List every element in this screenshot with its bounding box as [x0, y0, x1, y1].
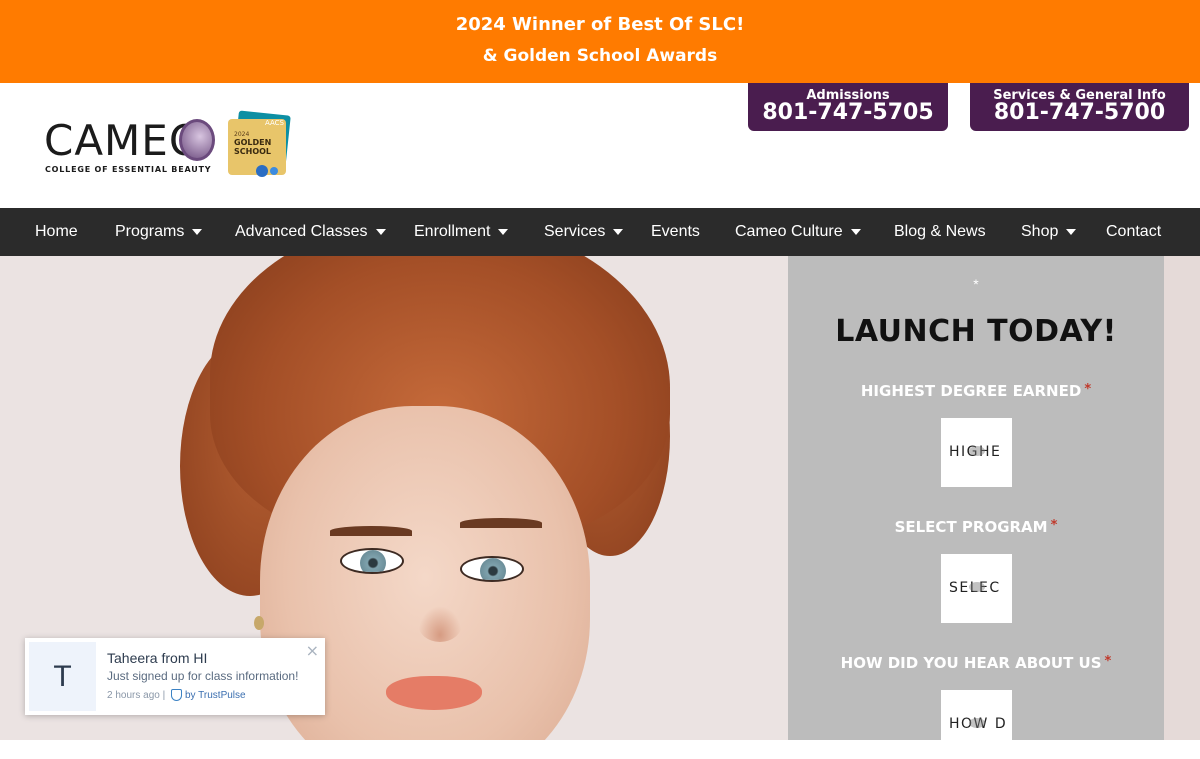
chevron-down-icon — [850, 228, 861, 235]
close-icon[interactable]: × — [306, 641, 319, 660]
launch-form: * LAUNCH TODAY! HIGHEST DEGREE EARNED * H… — [788, 256, 1164, 759]
logo-face-icon — [179, 119, 215, 161]
nav-events-label: Events — [651, 223, 700, 240]
nav-programs[interactable]: Programs — [115, 208, 203, 256]
nav-blog-news[interactable]: Blog & News — [894, 208, 986, 256]
nav-contact[interactable]: Contact — [1106, 208, 1161, 256]
loading-icon — [969, 446, 985, 456]
loading-icon — [969, 718, 985, 728]
nav-home[interactable]: Home — [35, 208, 78, 256]
chevron-down-icon — [1066, 228, 1077, 235]
nav-shop-label: Shop — [1021, 223, 1059, 240]
nav-events[interactable]: Events — [651, 208, 700, 256]
badge-org: AACS — [265, 119, 284, 127]
logo-tagline: COLLEGE OF ESSENTIAL BEAUTY — [45, 165, 212, 174]
cameo-logo[interactable]: CAMEO COLLEGE OF ESSENTIAL BEAUTY — [44, 119, 215, 175]
golden-school-badge: AACS 2024 GOLDEN SCHOOL — [226, 110, 291, 177]
badge-title: GOLDEN SCHOOL — [234, 138, 272, 156]
chevron-down-icon — [613, 228, 624, 235]
services-phone-button[interactable]: Services & General Info 801-747-5700 — [970, 83, 1189, 131]
services-number: 801-747-5700 — [993, 100, 1166, 125]
referral-select[interactable]: HOW D — [941, 690, 1012, 759]
earring-icon — [254, 616, 264, 630]
notification-message: Just signed up for class information! — [107, 669, 299, 683]
nav-programs-label: Programs — [115, 223, 185, 240]
nav-cameo-culture-label: Cameo Culture — [735, 223, 843, 240]
nav-enrollment[interactable]: Enrollment — [414, 208, 509, 256]
chevron-down-icon — [375, 228, 386, 235]
avatar: T — [29, 642, 96, 711]
referral-label: HOW DID YOU HEAR ABOUT US * — [840, 654, 1112, 672]
nav-cameo-culture[interactable]: Cameo Culture — [735, 208, 861, 256]
main-nav: Home Programs Advanced Classes Enrollmen… — [0, 208, 1200, 256]
chevron-down-icon — [192, 228, 203, 235]
trustpulse-link[interactable]: by TrustPulse — [185, 690, 246, 701]
admissions-phone-button[interactable]: Admissions 801-747-5705 — [748, 83, 948, 131]
nav-home-label: Home — [35, 223, 78, 240]
award-banner-line2: & Golden School Awards — [482, 46, 718, 66]
program-label: SELECT PROGRAM * — [894, 518, 1058, 536]
degree-label: HIGHEST DEGREE EARNED * — [860, 382, 1092, 400]
site-header: CAMEO COLLEGE OF ESSENTIAL BEAUTY AACS 2… — [0, 83, 1200, 208]
notification-name: Taheera from HI — [107, 650, 208, 666]
nav-services-label: Services — [544, 223, 606, 240]
nav-advanced-classes[interactable]: Advanced Classes — [235, 208, 386, 256]
badge-year: 2024 — [234, 131, 250, 138]
program-select[interactable]: SELEC — [941, 554, 1012, 623]
nav-shop[interactable]: Shop — [1021, 208, 1077, 256]
trustpulse-notification[interactable]: T Taheera from HI Just signed up for cla… — [25, 638, 325, 715]
loading-icon — [969, 582, 985, 592]
required-marker: * — [973, 276, 979, 292]
chevron-down-icon — [498, 228, 509, 235]
nav-blog-news-label: Blog & News — [894, 223, 986, 240]
nav-advanced-classes-label: Advanced Classes — [235, 223, 368, 240]
verified-check-icon — [171, 689, 182, 701]
nav-contact-label: Contact — [1106, 223, 1162, 240]
nav-services[interactable]: Services — [544, 208, 624, 256]
admissions-number: 801-747-5705 — [762, 100, 934, 125]
award-banner: 2024 Winner of Best Of SLC! & Golden Sch… — [0, 0, 1200, 83]
form-title: LAUNCH TODAY! — [835, 314, 1117, 349]
award-banner-line1: 2024 Winner of Best Of SLC! — [455, 14, 745, 35]
degree-select[interactable]: HIGHE — [941, 418, 1012, 487]
notification-time: 2 hours ago | — [107, 690, 166, 701]
nav-enrollment-label: Enrollment — [414, 223, 491, 240]
